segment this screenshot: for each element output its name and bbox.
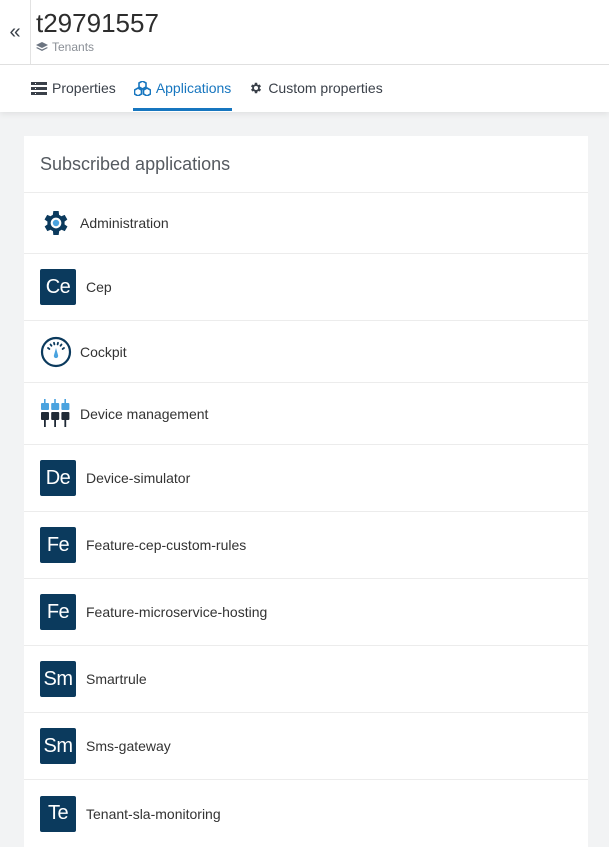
app-label: Feature-cep-custom-rules bbox=[86, 537, 247, 553]
subscribed-applications-card: Subscribed applications Administration C… bbox=[24, 136, 588, 847]
cubes-icon bbox=[133, 80, 151, 96]
tab-custom-properties[interactable]: Custom properties bbox=[248, 65, 383, 111]
tab-custom-properties-label: Custom properties bbox=[268, 80, 383, 96]
breadcrumb-tenants[interactable]: Tenants bbox=[52, 40, 94, 54]
collapse-back-button[interactable]: « bbox=[0, 0, 31, 64]
app-badge: Te bbox=[40, 795, 76, 832]
app-row-administration[interactable]: Administration bbox=[24, 193, 588, 254]
app-label: Smartrule bbox=[86, 671, 147, 687]
app-badge: Ce bbox=[40, 269, 76, 305]
app-row-device-management[interactable]: Device management bbox=[24, 383, 588, 445]
app-label: Administration bbox=[80, 215, 169, 231]
plugs-icon bbox=[40, 398, 72, 430]
app-badge: De bbox=[40, 460, 76, 496]
app-badge: Fe bbox=[40, 527, 76, 563]
app-row-sms-gateway[interactable]: Sm Sms-gateway bbox=[24, 713, 588, 780]
app-label: Cep bbox=[86, 279, 112, 295]
app-row-tenant-sla-monitoring[interactable]: Te Tenant-sla-monitoring bbox=[24, 780, 588, 847]
app-row-device-simulator[interactable]: De Device-simulator bbox=[24, 445, 588, 512]
app-row-smartrule[interactable]: Sm Smartrule bbox=[24, 646, 588, 713]
app-label: Sms-gateway bbox=[86, 738, 171, 754]
app-label: Device management bbox=[80, 405, 209, 422]
app-label: Cockpit bbox=[80, 343, 127, 360]
app-row-feature-microservice-hosting[interactable]: Fe Feature-microservice-hosting bbox=[24, 579, 588, 646]
breadcrumb[interactable]: Tenants bbox=[36, 40, 159, 54]
list-icon bbox=[31, 81, 47, 95]
gear-icon bbox=[40, 207, 72, 239]
layers-icon bbox=[36, 41, 48, 51]
title-block: t29791557 Tenants bbox=[36, 8, 159, 54]
app-badge: Sm bbox=[40, 728, 76, 764]
app-row-cockpit[interactable]: Cockpit bbox=[24, 321, 588, 383]
page-header: « t29791557 Tenants Properties Applicati… bbox=[0, 0, 609, 112]
tab-properties-label: Properties bbox=[52, 80, 116, 96]
tab-bar: Properties Applications Custom propertie… bbox=[30, 65, 384, 111]
gauge-icon bbox=[40, 336, 72, 368]
app-badge: Fe bbox=[40, 594, 76, 630]
app-label: Tenant-sla-monitoring bbox=[86, 805, 221, 822]
app-row-feature-cep-custom-rules[interactable]: Fe Feature-cep-custom-rules bbox=[24, 512, 588, 579]
tab-properties[interactable]: Properties bbox=[30, 65, 117, 111]
gear-icon bbox=[251, 82, 262, 94]
page-title: t29791557 bbox=[36, 8, 159, 38]
app-badge: Sm bbox=[40, 661, 76, 697]
tab-applications-label: Applications bbox=[155, 80, 232, 96]
app-row-cep[interactable]: Ce Cep bbox=[24, 254, 588, 321]
tab-applications[interactable]: Applications bbox=[132, 65, 233, 111]
app-label: Feature-microservice-hosting bbox=[86, 604, 268, 620]
app-label: Device-simulator bbox=[86, 470, 191, 486]
card-title: Subscribed applications bbox=[24, 136, 588, 193]
